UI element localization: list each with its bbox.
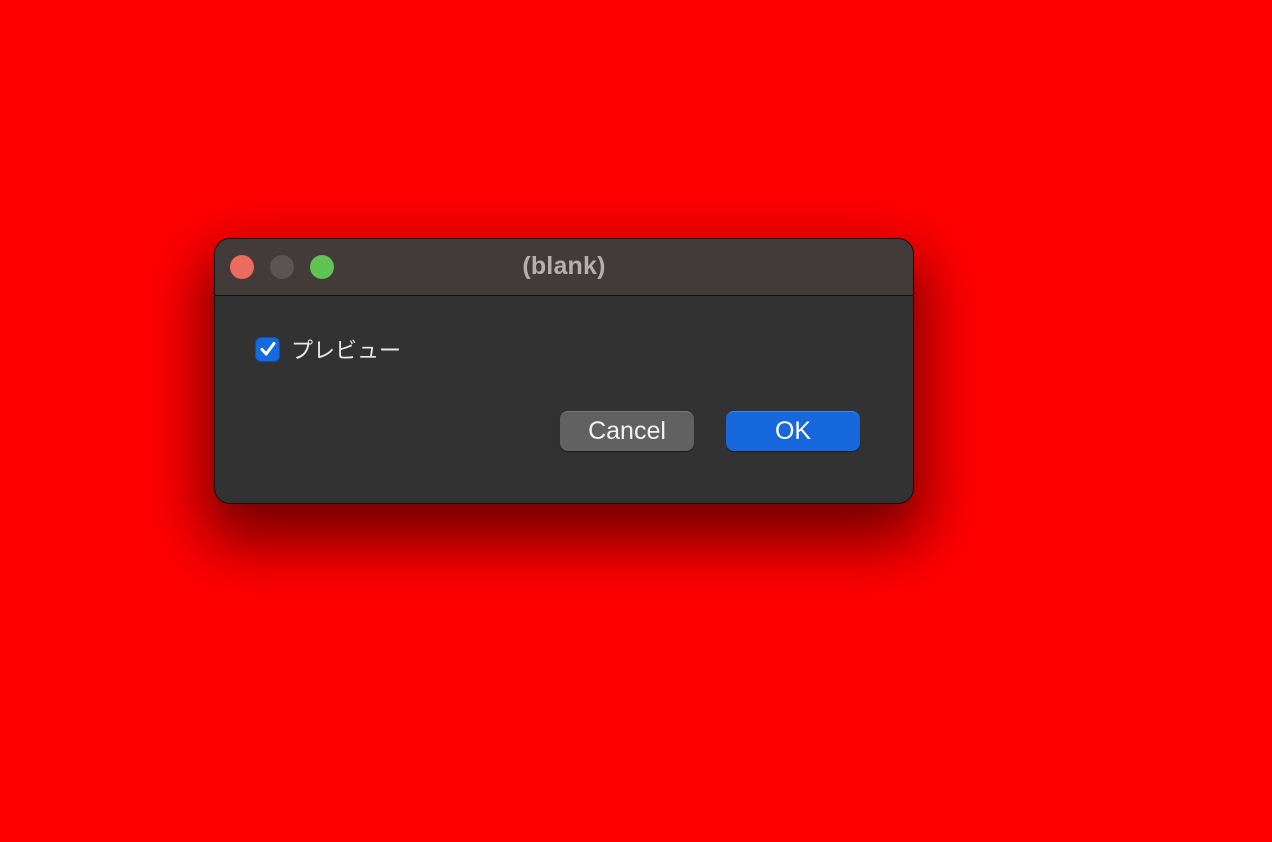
desktop-background: (blank) プレビュー Cancel OK	[0, 0, 1272, 842]
ok-button[interactable]: OK	[726, 411, 860, 451]
preview-option[interactable]: プレビュー	[255, 335, 402, 364]
checkmark-icon	[260, 342, 275, 356]
title-bar[interactable]: (blank)	[215, 239, 913, 296]
cancel-button[interactable]: Cancel	[560, 411, 694, 451]
preview-label: プレビュー	[291, 339, 402, 364]
dialog-content: プレビュー Cancel OK	[215, 296, 913, 503]
preview-dialog: (blank) プレビュー Cancel OK	[214, 238, 914, 504]
window-title: (blank)	[522, 252, 606, 280]
preview-checkbox[interactable]	[255, 336, 280, 362]
